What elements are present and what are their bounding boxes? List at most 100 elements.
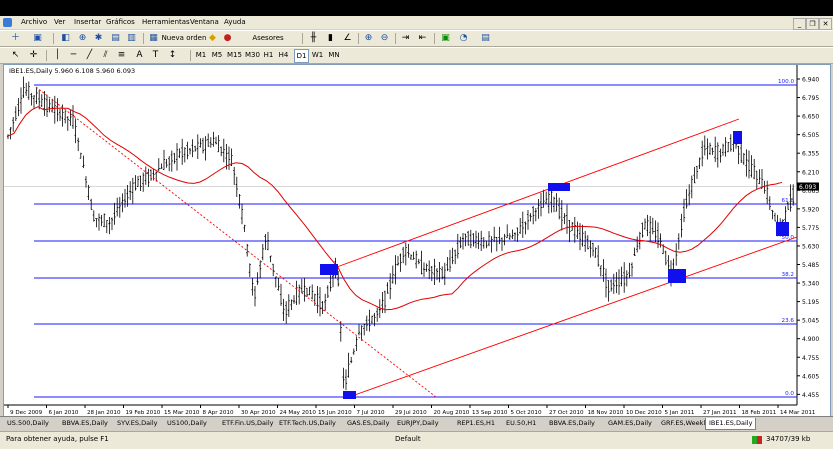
timeframe-m30[interactable]: M30	[244, 49, 261, 61]
new-order-icon[interactable]: ▦	[148, 33, 159, 44]
restore-button[interactable]: ❐	[806, 18, 819, 30]
swing-point-marker	[320, 264, 338, 275]
price-label: 6.355	[802, 151, 819, 158]
price-label: 5.920	[802, 206, 819, 213]
swing-point-marker	[548, 183, 570, 191]
timeframe-m5[interactable]: M5	[210, 49, 224, 61]
cursor-icon[interactable]: ↖	[10, 50, 21, 61]
price-label: 6.940	[802, 77, 819, 84]
vertical-line-icon[interactable]: │	[52, 50, 63, 61]
minimize-button[interactable]: _	[793, 18, 806, 30]
chart-tab[interactable]: ETF.Tech.US,Daily	[276, 418, 339, 429]
menu-ventana[interactable]: Ventana	[190, 18, 219, 26]
price-label: 5.045	[802, 318, 819, 325]
fib-level-label: 23.6	[782, 318, 795, 324]
chart-tab[interactable]: ETF.Fin.US,Daily	[219, 418, 277, 429]
chart-tab[interactable]: GAM.ES,Daily	[605, 418, 655, 429]
menu-insertar[interactable]: Insertar	[74, 18, 101, 26]
menu-bar: Archivo Ver Insertar Gráficos Herramient…	[0, 16, 833, 30]
channel-icon[interactable]: ⫽	[100, 50, 111, 61]
status-bar: Para obtener ayuda, pulse F1 Default 347…	[0, 431, 833, 449]
horizontal-line-icon[interactable]: ─	[68, 50, 79, 61]
swing-point-marker	[668, 269, 686, 283]
new-order-button[interactable]: Nueva orden	[160, 32, 208, 44]
menu-ayuda[interactable]: Ayuda	[224, 18, 246, 26]
price-label: 4.455	[802, 392, 819, 399]
chart-shift-icon[interactable]: ⇤	[417, 33, 428, 44]
swing-point-marker	[776, 222, 789, 236]
channel-upper-line	[325, 118, 740, 272]
fibonacci-icon[interactable]: ≡	[116, 50, 127, 61]
text-icon[interactable]: A	[134, 50, 145, 61]
navigator-icon[interactable]: ✱	[93, 33, 104, 44]
chart-header: IBE1.ES,Daily 5.960 6.108 5.960 6.093	[9, 67, 136, 75]
chart-tab[interactable]: EURJPY,Daily	[394, 418, 442, 429]
chart-tab[interactable]: IBE1.ES,Daily	[705, 418, 757, 430]
menu-graficos[interactable]: Gráficos	[106, 18, 135, 26]
chart-window[interactable]: 6.940 6.795 6.650 6.505 6.355 6.210 6.065 5.920…	[3, 64, 831, 418]
fib-level-label: 0.0	[785, 391, 794, 397]
timeframe-d1[interactable]: D1	[294, 49, 309, 63]
swing-point-marker	[343, 391, 356, 399]
timeframe-h1[interactable]: H1	[262, 49, 275, 61]
fib-level-label: 100.0	[778, 79, 794, 85]
timeframe-h4[interactable]: H4	[277, 49, 290, 61]
bar-chart-icon[interactable]: ╫	[308, 33, 319, 44]
price-label: 6.650	[802, 114, 819, 121]
chart-tab[interactable]: REP1.ES,H1	[454, 418, 498, 429]
templates-icon[interactable]: ▤	[480, 33, 491, 44]
strategy-tester-icon[interactable]: ▥	[126, 33, 137, 44]
trendline-icon[interactable]: ╱	[84, 50, 95, 61]
crosshair-icon[interactable]: ✛	[28, 50, 39, 61]
price-label: 4.755	[802, 355, 819, 362]
close-button[interactable]: ✕	[819, 18, 832, 30]
chart-tab[interactable]: GRF.ES,Weekly	[658, 418, 712, 429]
zoom-out-icon[interactable]: ⊖	[379, 33, 390, 44]
line-chart-icon[interactable]: ∠	[342, 33, 353, 44]
label-icon[interactable]: T	[150, 50, 161, 61]
price-label: 5.340	[802, 281, 819, 288]
terminal-icon[interactable]: ▤	[110, 33, 121, 44]
periods-icon[interactable]: ◔	[458, 33, 469, 44]
price-label: 5.195	[802, 299, 819, 306]
price-label: 5.630	[802, 243, 819, 250]
expert-advisors-button[interactable]: Asesores expertos	[236, 32, 300, 54]
expert-advisors-icon[interactable]: ●	[222, 33, 233, 44]
chart-tab[interactable]: BBVA.ES,Daily	[59, 418, 111, 429]
drawing-toolbar: ↖ ✛ │ ─ ╱ ⫽ ≡ A T ↕ M1 M5 M15 M30 H1 H4 …	[0, 47, 833, 64]
chart-tab[interactable]: BBVA.ES,Daily	[546, 418, 598, 429]
timeframe-mn[interactable]: MN	[327, 49, 341, 61]
indicators-icon[interactable]: ▣	[440, 33, 451, 44]
price-chart[interactable]: 6.9406.7956.6506.5056.3556.2106.0655.920…	[4, 65, 830, 417]
menu-archivo[interactable]: Archivo	[21, 18, 47, 26]
status-profile: Default	[395, 435, 421, 443]
chart-tab[interactable]: SYV.ES,Daily	[114, 418, 161, 429]
fib-level-label: 38.2	[782, 272, 794, 278]
market-watch-icon[interactable]: ◧	[60, 33, 71, 44]
title-bar	[0, 0, 833, 16]
downtrend-line	[35, 86, 437, 398]
chart-tab[interactable]: GAS.ES,Daily	[344, 418, 392, 429]
price-label: 5.775	[802, 225, 819, 232]
candlestick-icon[interactable]: ▮	[325, 33, 336, 44]
timeframe-m1[interactable]: M1	[194, 49, 208, 61]
profiles-icon[interactable]: ▣	[32, 33, 43, 44]
chart-tab[interactable]: EU.50,H1	[503, 418, 539, 429]
chart-tab[interactable]: US100,Daily	[164, 418, 210, 429]
price-label: 6.210	[802, 169, 819, 176]
price-label: 5.485	[802, 262, 819, 269]
menu-herramientas[interactable]: Herramientas	[142, 18, 190, 26]
arrows-icon[interactable]: ↕	[167, 50, 178, 61]
chart-tab[interactable]: US.500,Daily	[4, 418, 52, 429]
metaeditor-icon[interactable]: ◆	[207, 33, 218, 44]
timeframe-w1[interactable]: W1	[311, 49, 324, 61]
autoscroll-icon[interactable]: ⇥	[400, 33, 411, 44]
connection-icon	[752, 436, 762, 444]
new-chart-icon[interactable]: ＋	[10, 33, 21, 44]
app-icon[interactable]	[3, 18, 12, 27]
main-toolbar: ＋ ▣ ◧ ⊕ ✱ ▤ ▥ ▦ Nueva orden ◆ ● Asesores…	[0, 30, 833, 54]
timeframe-m15[interactable]: M15	[226, 49, 243, 61]
zoom-in-icon[interactable]: ⊕	[363, 33, 374, 44]
menu-ver[interactable]: Ver	[54, 18, 65, 26]
data-window-icon[interactable]: ⊕	[77, 33, 88, 44]
